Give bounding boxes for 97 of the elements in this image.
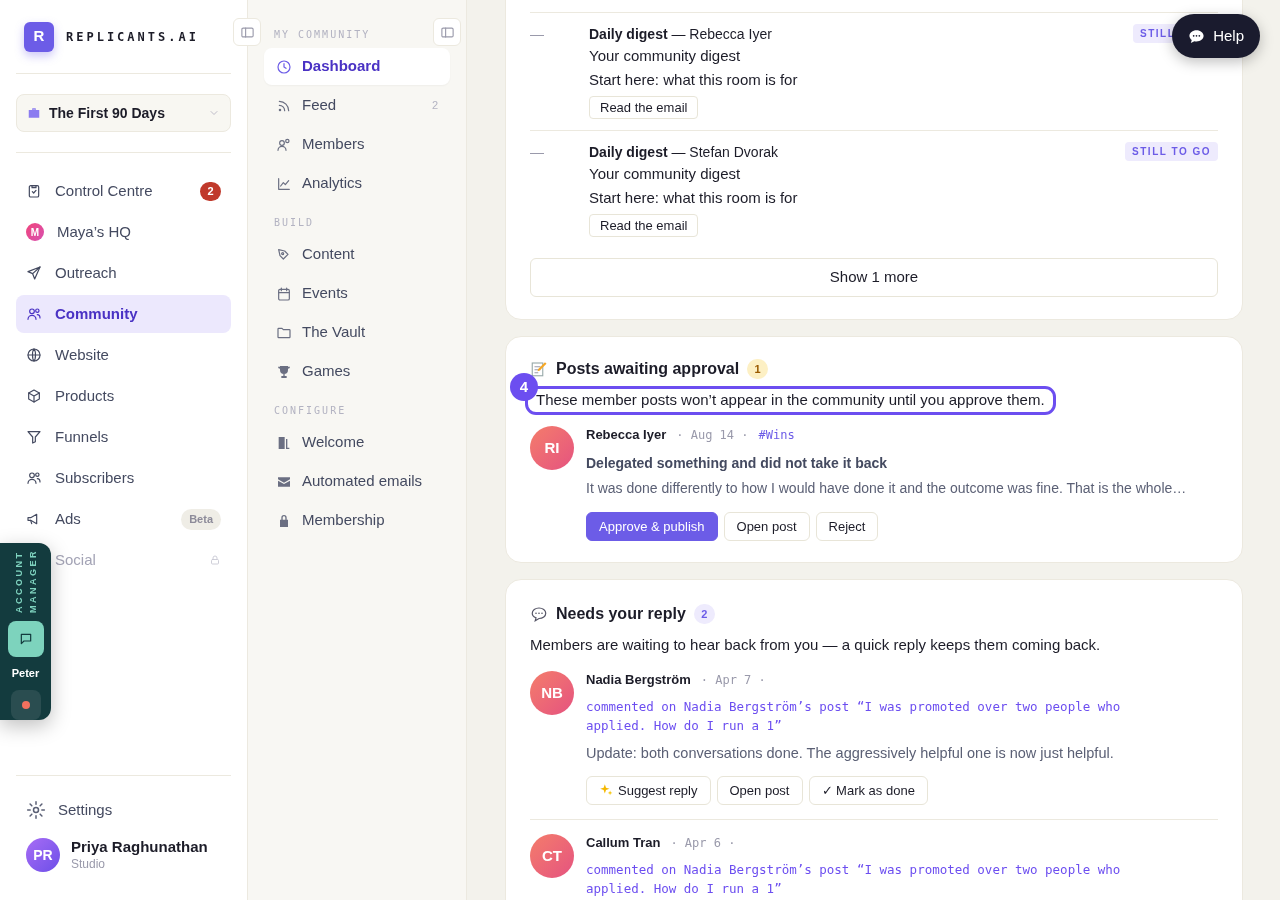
status-badge: STILL TO GO	[1125, 142, 1218, 161]
trophy-icon	[276, 363, 292, 380]
action-button[interactable]: Open post	[723, 512, 810, 541]
section-heading: CONFIGURE	[273, 404, 348, 418]
clipboard-icon	[26, 183, 42, 199]
author-avatar: RI	[530, 426, 574, 470]
beta-tag: Beta	[181, 508, 221, 530]
community-nav-item[interactable]: Events	[264, 275, 450, 312]
sidebar-item[interactable]: Outreach	[16, 254, 231, 292]
sidebar-toggle-icon	[439, 24, 455, 40]
action-button[interactable]: Open post	[716, 775, 803, 805]
community-nav-item[interactable]: Automated emails	[264, 463, 450, 500]
card-description: Members are waiting to hear back from you — a quick reply keeps them coming back.	[530, 635, 1101, 655]
community-nav-item[interactable]: The Vault	[264, 314, 450, 351]
read-email-button[interactable]: Read the email	[589, 96, 699, 119]
author-avatar: CT	[530, 833, 574, 878]
post-title: Delegated something and did not take it back	[586, 454, 889, 473]
card-title: Posts awaiting approval	[556, 359, 740, 379]
sidebar-item[interactable]: Products	[16, 377, 231, 415]
author-name: Nadia Bergström	[586, 671, 691, 690]
row-marker: —	[530, 143, 543, 162]
workspace-avatar: M	[26, 223, 44, 241]
settings-link[interactable]: Settings	[16, 792, 231, 828]
funnel-icon	[26, 429, 42, 445]
widget-title: ACCOUNT MANAGER	[12, 553, 39, 613]
comment-date: · Apr 7 ·	[700, 672, 766, 689]
user-plan: Studio	[71, 856, 107, 872]
community-nav-item[interactable]: Membership	[264, 502, 450, 539]
author-avatar: NB	[530, 671, 574, 715]
sidebar-item[interactable]: Funnels	[16, 418, 231, 456]
section-heading: BUILD	[273, 216, 316, 230]
post-tag: #Wins	[758, 426, 795, 444]
user-name: Priya Raghunathan	[71, 838, 208, 857]
read-email-button[interactable]: Read the email	[589, 214, 699, 237]
record-button[interactable]	[10, 689, 41, 720]
count-badge: 2	[693, 604, 715, 624]
people-icon	[26, 306, 42, 322]
sidebar-item[interactable]: Website	[16, 336, 231, 374]
action-button[interactable]: Suggest reply	[586, 775, 711, 805]
author-name: Callum Tran	[586, 834, 661, 852]
help-button[interactable]: Help	[1172, 14, 1260, 58]
send-icon	[26, 265, 42, 281]
email-title: Daily digest — Stefan Dvorak	[589, 143, 779, 162]
lock-icon	[209, 554, 221, 566]
community-nav-item[interactable]: Dashboard	[264, 48, 450, 85]
memo-icon	[530, 360, 548, 378]
email-subject: Your community digest	[589, 164, 742, 184]
row-marker: —	[530, 25, 543, 44]
count-badge: 1	[747, 359, 769, 379]
box-icon	[26, 388, 42, 404]
manager-name: Peter	[11, 666, 40, 681]
briefcase-icon	[27, 106, 41, 120]
post-date: · Aug 14 ·	[676, 427, 749, 444]
action-button[interactable]: ✓ Mark as done	[808, 775, 928, 805]
workspace-select[interactable]: The First 90 Days	[16, 94, 231, 132]
email-title: Daily digest — Rebecca Iyer	[589, 25, 772, 44]
sidebar-toggle-icon	[239, 24, 255, 40]
sidebar-item[interactable]: Ads Beta	[16, 500, 231, 538]
members-icon	[276, 136, 292, 153]
sidebar-item[interactable]: Control Centre 2	[16, 172, 231, 210]
community-nav-item[interactable]: Members	[264, 126, 450, 163]
card-title: Needs your reply	[556, 604, 686, 624]
chat-bubble-icon	[1188, 27, 1206, 45]
line-chart-icon	[276, 175, 292, 192]
brand-name: REPLICANTS.AI	[66, 28, 199, 46]
item-count: 2	[431, 98, 438, 114]
people-icon	[26, 470, 42, 486]
email-preview: Start here: what this room is for	[589, 188, 799, 208]
user-avatar: PR	[26, 838, 60, 872]
action-button[interactable]: Reject	[815, 512, 879, 541]
logo-mark: R	[24, 21, 54, 52]
clock-icon	[276, 58, 292, 75]
post-excerpt: It was done differently to how I would have done it and the outcome was fine. That is the whole…	[586, 479, 1188, 498]
chat-button[interactable]	[7, 621, 44, 657]
calendar-icon	[276, 285, 292, 302]
email-preview: Start here: what this room is for	[589, 70, 799, 90]
community-nav-item[interactable]: Welcome	[264, 424, 450, 461]
sidebar-item[interactable]: Community	[16, 295, 231, 333]
author-name: Rebecca Iyer	[586, 426, 667, 445]
email-subject: Your community digest	[589, 46, 742, 66]
community-nav-item[interactable]: Feed 2	[264, 87, 450, 124]
sidebar-item[interactable]: Subscribers	[16, 459, 231, 497]
globe-icon	[26, 347, 42, 363]
section-heading: MY COMMUNITY	[273, 28, 372, 42]
comment-body: Update: both conversations done. The aggressively helpful one is now just helpful.	[586, 744, 1115, 763]
comment-context: commented on Nadia Bergström’s post “I was promoted over two people who applied. How do I run a 1”	[586, 698, 1122, 735]
sidebar-item[interactable]: M Maya’s HQ	[16, 213, 231, 251]
community-nav-item[interactable]: Analytics	[264, 165, 450, 202]
comment-context: commented on Nadia Bergström’s post “I was promoted over two people who applied. How do I run a 1”	[586, 860, 1122, 898]
comment-date: · Apr 6 ·	[670, 834, 736, 852]
community-nav-item[interactable]: Games	[264, 353, 450, 390]
show-more-button[interactable]: Show 1 more	[530, 258, 1218, 297]
community-nav-item[interactable]: Content	[264, 236, 450, 273]
speech-bubble-icon	[530, 605, 548, 623]
action-button[interactable]: Approve & publish	[586, 512, 718, 541]
count-badge: 2	[200, 181, 221, 201]
door-icon	[276, 434, 292, 451]
